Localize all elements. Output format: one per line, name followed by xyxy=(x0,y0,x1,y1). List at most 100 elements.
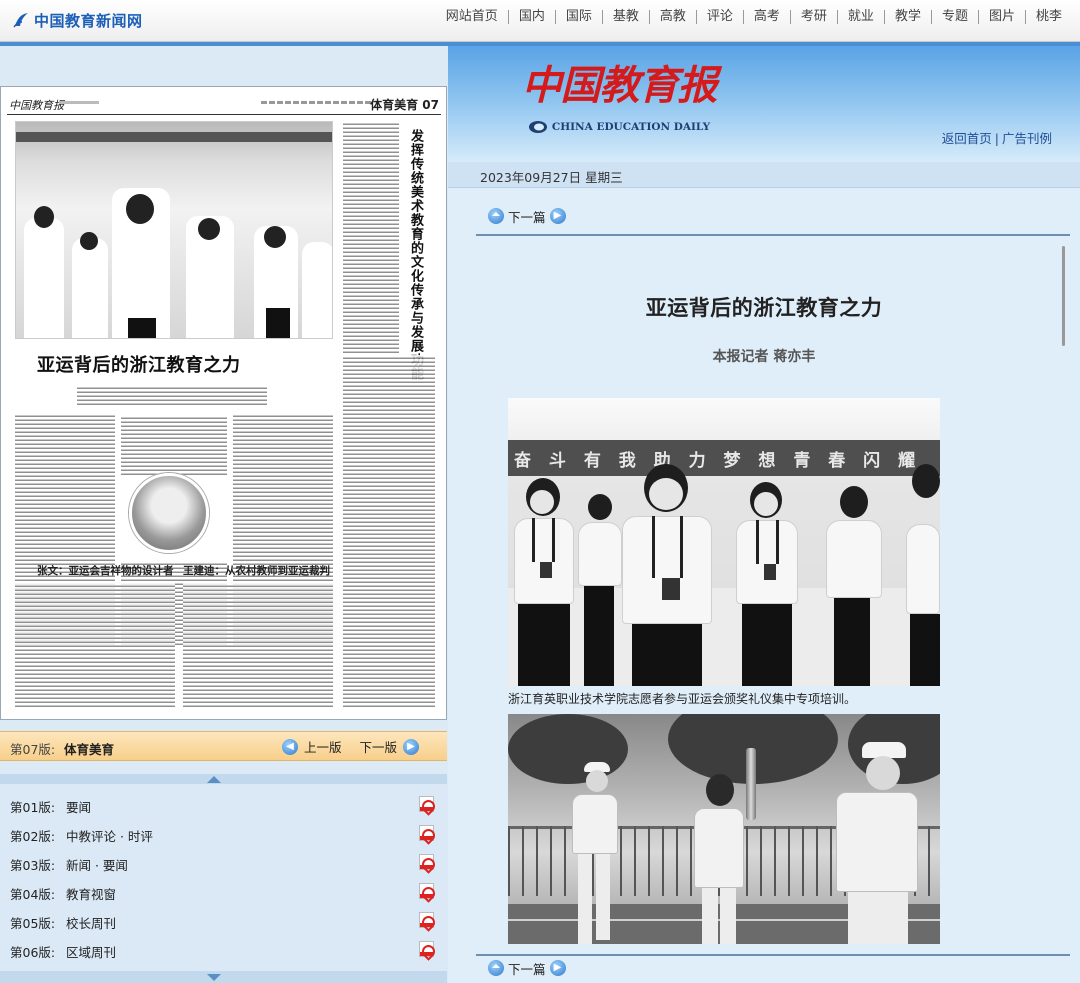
page-headline[interactable]: 亚运背后的浙江教育之力 xyxy=(37,351,317,377)
edition-number: 第05版: xyxy=(10,916,56,931)
next-page-icon[interactable]: ▶ xyxy=(403,738,419,755)
nav-divider xyxy=(476,234,1070,236)
pdf-icon[interactable] xyxy=(419,912,434,928)
edition-item[interactable]: 第05版: 校长周刊 xyxy=(0,906,447,934)
edition-name[interactable]: 教育视窗 xyxy=(66,884,116,903)
edition-name[interactable]: 新闻 · 要闻 xyxy=(66,855,128,874)
nav-item-pictures[interactable]: 图片 xyxy=(977,10,1025,24)
page-text-column xyxy=(121,415,227,475)
nav-item-taoli[interactable]: 桃李 xyxy=(1024,10,1072,24)
edition-item[interactable]: 第04版: 教育视窗 xyxy=(0,877,447,905)
photo-figure xyxy=(736,482,798,686)
photo-banner-text: 奋 斗 有 我 助 力 梦 想 青 春 闪 耀 xyxy=(514,451,922,471)
article-nav-bottom[interactable]: 下一篇 ▶ xyxy=(488,958,566,978)
figure-head xyxy=(912,464,940,498)
nav-item-teaching[interactable]: 教学 xyxy=(883,10,931,24)
figure-pants xyxy=(584,586,614,686)
photo-figure-head xyxy=(34,206,54,228)
paper-logo[interactable]: 中国教育报 CHINA EDUCATION DAILY xyxy=(514,58,724,158)
home-icon[interactable] xyxy=(488,960,504,976)
nav-item-basic-education[interactable]: 基教 xyxy=(601,10,649,24)
page-masthead: 中国教育报 体育美育 07 xyxy=(7,93,441,115)
photo-figure xyxy=(826,486,882,686)
figure-lanyard xyxy=(776,520,779,564)
figure-face xyxy=(754,492,778,516)
newspaper-page-image[interactable]: 中国教育报 体育美育 07 亚运背后的浙江教育之力 张文：亚运会吉祥物的设计者 … xyxy=(0,86,447,720)
photo-figure-head xyxy=(198,218,220,240)
page-subheadline-1[interactable]: 张文：亚运会吉祥物的设计者 xyxy=(37,563,174,578)
article-photo-1[interactable]: 奋 斗 有 我 助 力 梦 想 青 春 闪 耀 xyxy=(508,398,940,686)
next-article-link[interactable]: 下一篇 xyxy=(508,207,546,226)
home-icon[interactable] xyxy=(488,208,504,224)
nav-item-topics[interactable]: 专题 xyxy=(930,10,978,24)
figure-body xyxy=(514,518,574,604)
figure-pants xyxy=(632,624,702,686)
next-article-icon[interactable]: ▶ xyxy=(549,960,566,976)
page-text-column xyxy=(343,123,399,353)
masthead-logo: 中国教育报 xyxy=(9,99,64,112)
nav-item-international[interactable]: 国际 xyxy=(554,10,602,24)
section-number: 第07版: xyxy=(10,742,56,757)
figure-body xyxy=(578,522,622,586)
photo-1-caption: 浙江育英职业技术学院志愿者参与亚运会颁奖礼仪集中专项培训。 xyxy=(508,692,857,706)
pdf-icon[interactable] xyxy=(419,941,434,957)
figure-lanyard xyxy=(652,516,655,578)
section-name: 体育美育 xyxy=(64,742,115,757)
article-photo-2[interactable] xyxy=(508,714,940,944)
page-subheadline-2[interactable]: 王建迪：从农村教师到亚运裁判 xyxy=(183,563,330,578)
page-lead-photo[interactable] xyxy=(15,121,333,339)
scroll-up-arrow-icon[interactable] xyxy=(207,776,221,783)
list-scroll-down[interactable] xyxy=(0,971,447,983)
link-separator: | xyxy=(994,131,999,146)
page-vertical-headline[interactable]: 发挥传统美术教育的文化传承与发展功能 xyxy=(407,129,425,381)
photo-figure xyxy=(906,464,940,686)
edition-item[interactable]: 第02版: 中教评论 · 时评 xyxy=(0,819,447,847)
nav-item-home[interactable]: 网站首页 xyxy=(436,10,508,24)
edition-item[interactable]: 第06版: 区域周刊 xyxy=(0,935,447,963)
article-title: 亚运背后的浙江教育之力 xyxy=(645,296,883,320)
masthead-section: 体育美育 07 xyxy=(370,98,439,112)
nav-item-kaoyan[interactable]: 考研 xyxy=(789,10,837,24)
back-home-link[interactable]: 返回首页 xyxy=(942,131,992,146)
nav-item-commentary[interactable]: 评论 xyxy=(695,10,743,24)
pdf-icon[interactable] xyxy=(419,796,434,812)
nav-item-employment[interactable]: 就业 xyxy=(836,10,884,24)
pdf-icon[interactable] xyxy=(419,883,434,899)
scroll-down-arrow-icon[interactable] xyxy=(207,974,221,981)
prev-page-link[interactable]: 上一版 xyxy=(304,737,342,756)
figure-body xyxy=(736,520,798,604)
nav-item-higher-education[interactable]: 高教 xyxy=(648,10,696,24)
edition-name[interactable]: 中教评论 · 时评 xyxy=(66,826,153,845)
ad-rates-link[interactable]: 广告刊例 xyxy=(1002,131,1052,146)
edition-item[interactable]: 第03版: 新闻 · 要闻 xyxy=(0,848,447,876)
edition-name[interactable]: 要闻 xyxy=(66,797,91,816)
photo-figure xyxy=(24,218,64,338)
article-panel: 2023年09月27日 星期三 下一篇 ▶ 亚运背后的浙江教育之力 本报记者 蒋… xyxy=(448,162,1080,983)
article-byline: 本报记者 蒋亦丰 xyxy=(712,349,816,365)
main-menu: 网站首页 国内 国际 基教 高教 评论 高考 考研 就业 教学 专题 图片 桃李 xyxy=(436,0,1072,34)
next-page-link[interactable]: 下一版 xyxy=(359,737,397,756)
pdf-icon[interactable] xyxy=(419,825,434,841)
article-nav-top[interactable]: 下一篇 ▶ xyxy=(488,206,566,226)
edition-name[interactable]: 区域周刊 xyxy=(66,942,116,961)
nav-item-domestic[interactable]: 国内 xyxy=(507,10,555,24)
runner-head xyxy=(706,774,734,806)
list-scroll-up[interactable] xyxy=(0,774,447,784)
pdf-icon[interactable] xyxy=(419,854,434,870)
edition-item[interactable]: 第01版: 要闻 xyxy=(0,790,447,818)
figure-badge xyxy=(540,562,552,578)
next-article-icon[interactable]: ▶ xyxy=(549,208,566,224)
prev-page-icon[interactable]: ◀ xyxy=(281,738,298,755)
runner-body xyxy=(694,808,744,888)
site-logo[interactable]: 中国教育新闻网 xyxy=(12,9,143,31)
figure-head xyxy=(840,486,868,518)
nav-item-gaokao[interactable]: 高考 xyxy=(742,10,790,24)
edition-name[interactable]: 校长周刊 xyxy=(66,913,116,932)
runner-leg xyxy=(848,892,908,944)
edition-number: 第06版: xyxy=(10,945,56,960)
masthead-date xyxy=(59,101,99,104)
edition-number: 第04版: xyxy=(10,887,56,902)
runner-leg xyxy=(596,854,610,940)
next-article-link[interactable]: 下一篇 xyxy=(508,959,546,978)
page-inset-photo[interactable] xyxy=(129,473,209,553)
